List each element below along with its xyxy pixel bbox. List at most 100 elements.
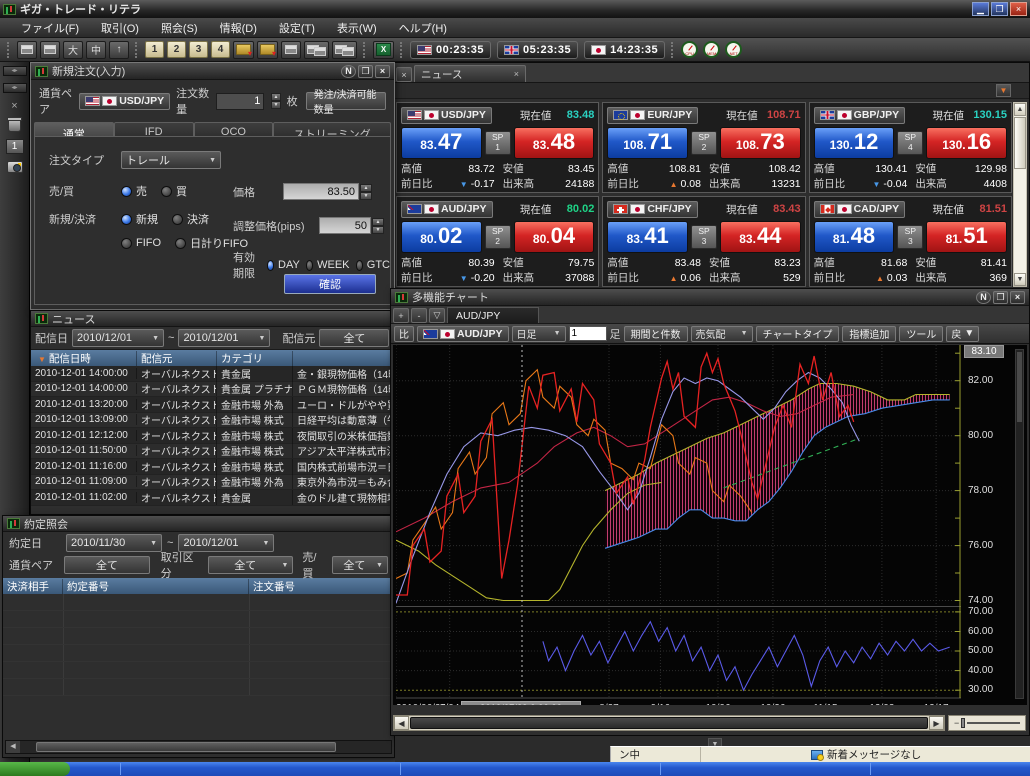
trade-type-select[interactable]: 全て ▼: [208, 556, 294, 574]
scrollbar-thumb[interactable]: [410, 717, 928, 729]
rates-scrollbar[interactable]: ▲ ▼: [1013, 102, 1027, 287]
layout-number-button[interactable]: 1: [145, 41, 164, 58]
scroll-right-icon[interactable]: ▶: [929, 716, 944, 730]
export-folder-button[interactable]: [257, 40, 278, 59]
pair-button[interactable]: CAD/JPY: [813, 200, 906, 218]
buy-radio[interactable]: [161, 185, 172, 197]
executions-h-scrollbar[interactable]: ◀: [5, 740, 392, 754]
menu-item[interactable]: 照会(S): [150, 18, 209, 38]
import-folder-button[interactable]: [233, 40, 254, 59]
toolbar-grip[interactable]: [135, 41, 139, 58]
toolbar-grip[interactable]: [363, 41, 367, 58]
revert-button[interactable]: 戻 ▼: [946, 325, 980, 342]
date-from-select[interactable]: 2010/12/01 ▼: [72, 329, 164, 347]
col-execution-number[interactable]: 約定番号: [63, 578, 249, 594]
bid-button[interactable]: 108. 71: [607, 127, 688, 159]
exec-date-from-select[interactable]: 2010/11/30 ▼: [66, 534, 162, 552]
available-amount-button[interactable]: 発注/決済可能数量: [305, 90, 387, 116]
menu-item[interactable]: ヘルプ(H): [388, 18, 458, 38]
pair-select[interactable]: USD/JPY: [79, 92, 171, 110]
add-indicator-button[interactable]: 指標追加: [842, 325, 897, 342]
tab-close-icon[interactable]: ×: [514, 69, 519, 79]
quote-mode-select[interactable]: 売気配 ▼: [690, 325, 753, 342]
news-row[interactable]: 2010-12-01 11:09:00 オーバルネクスト 金融市場 外為 東京外…: [31, 474, 394, 490]
col-source[interactable]: 配信元: [137, 350, 217, 366]
ask-button[interactable]: 80. 04: [513, 221, 595, 253]
layers-alt-button[interactable]: [332, 40, 357, 59]
restore-button[interactable]: ❒: [358, 64, 373, 78]
quantity-stepper[interactable]: ▲ ▼: [271, 93, 281, 109]
minimize-button[interactable]: ▁: [972, 2, 989, 16]
layout-number-button[interactable]: 4: [211, 41, 230, 58]
chart-v-scrollbar[interactable]: [1015, 349, 1024, 699]
camera-icon[interactable]: [6, 161, 23, 173]
pin-button[interactable]: N: [341, 64, 356, 78]
slider-handle[interactable]: [961, 718, 966, 728]
pin-button[interactable]: N: [976, 290, 991, 304]
bid-button[interactable]: 81. 48: [813, 221, 895, 253]
news-row[interactable]: 2010-12-01 11:50:00 オーバルネクスト 金融市場 株式 アジア…: [31, 443, 394, 459]
col-order-number[interactable]: 注文番号: [249, 579, 394, 594]
tools-button[interactable]: ツール: [899, 325, 944, 342]
col-category[interactable]: カテゴリ: [217, 350, 293, 366]
exec-side-select[interactable]: 全て ▼: [331, 556, 388, 574]
menu-item[interactable]: 情報(D): [209, 18, 268, 38]
layout-number-button[interactable]: 2: [167, 41, 186, 58]
ask-button[interactable]: 108. 73: [720, 127, 801, 159]
scroll-left-icon[interactable]: ◀: [6, 741, 20, 753]
ask-button[interactable]: 81. 51: [926, 221, 1007, 253]
period-count-button[interactable]: 期間と件数: [623, 325, 688, 342]
close-icon[interactable]: ×: [375, 64, 390, 78]
sell-radio[interactable]: [121, 185, 132, 197]
dock-nav-button[interactable]: ◂▸: [2, 66, 27, 76]
menu-item[interactable]: ファイル(F): [10, 18, 90, 38]
news-row[interactable]: 2010-12-01 12:12:00 オーバルネクスト 金融市場 株式 夜間取…: [31, 427, 394, 444]
scrollbar-thumb[interactable]: [36, 742, 336, 752]
pair-button[interactable]: EUR/JPY: [607, 106, 699, 124]
chart-type-button[interactable]: チャートタイプ: [755, 325, 840, 342]
bid-button[interactable]: 83. 47: [401, 127, 482, 159]
menu-item[interactable]: 設定(T): [268, 18, 326, 38]
zoom-out-icon[interactable]: −: [954, 718, 959, 728]
dock-close-icon[interactable]: ×: [11, 100, 17, 112]
page-number-button[interactable]: 1: [5, 139, 24, 154]
adjust-price-input[interactable]: [319, 217, 371, 234]
day-radio[interactable]: [266, 259, 275, 271]
timeframe-select[interactable]: 日足 ▼: [511, 325, 566, 342]
toolbar-grip[interactable]: [671, 41, 675, 58]
close-radio[interactable]: [172, 213, 183, 225]
remove-tab-button[interactable]: -: [411, 308, 427, 323]
ask-button[interactable]: 83. 48: [513, 127, 595, 159]
col-counterparty[interactable]: 決済相手: [3, 578, 63, 594]
scroll-down-icon[interactable]: ▼: [1014, 273, 1026, 286]
tab-menu-button[interactable]: ▽: [429, 308, 445, 323]
news-row[interactable]: 2010-12-01 14:00:00 オーバルネクスト 貴金属 金・銀現物価格…: [31, 365, 394, 382]
scroll-left-icon[interactable]: ◀: [394, 716, 409, 730]
chart-pair-chip[interactable]: AUD/JPY: [417, 325, 509, 342]
chart-plot-area[interactable]: 83.10 82.00 80.00 78.00 76.00 74.00 70.00 60.00…: [393, 345, 1027, 705]
arrow-up-icon[interactable]: ↑: [109, 40, 129, 59]
bid-button[interactable]: 80. 02: [401, 221, 482, 253]
week-radio[interactable]: [305, 259, 314, 271]
pair-button[interactable]: AUD/JPY: [401, 200, 493, 218]
order-type-select[interactable]: トレール ▼: [121, 151, 221, 169]
close-icon[interactable]: ×: [1010, 290, 1025, 304]
new-radio[interactable]: [121, 213, 132, 225]
news-row[interactable]: 2010-12-01 11:16:00 オーバルネクスト 金融市場 株式 国内株…: [31, 458, 394, 475]
tab-news[interactable]: ニュース ×: [414, 65, 526, 82]
restore-button[interactable]: ❒: [993, 290, 1008, 304]
pair-button[interactable]: GBP/JPY: [813, 106, 906, 124]
tab-close-icon[interactable]: ×: [396, 67, 412, 82]
ask-button[interactable]: 83. 44: [720, 221, 801, 253]
bar-count-input[interactable]: [568, 326, 607, 341]
price-input[interactable]: [283, 183, 359, 200]
new-window-button[interactable]: [281, 40, 301, 59]
compare-button[interactable]: 比: [394, 325, 414, 342]
window-tile-button[interactable]: [40, 40, 60, 59]
trash-icon[interactable]: [7, 117, 22, 132]
chart-tab-audjpy[interactable]: AUD/JPY: [447, 307, 539, 323]
bid-button[interactable]: 130. 12: [813, 127, 895, 159]
font-size-button[interactable]: 中: [86, 40, 106, 59]
chart-h-scrollbar[interactable]: ◀ ▶: [393, 715, 945, 731]
date-to-select[interactable]: 2010/12/01 ▼: [178, 329, 271, 347]
